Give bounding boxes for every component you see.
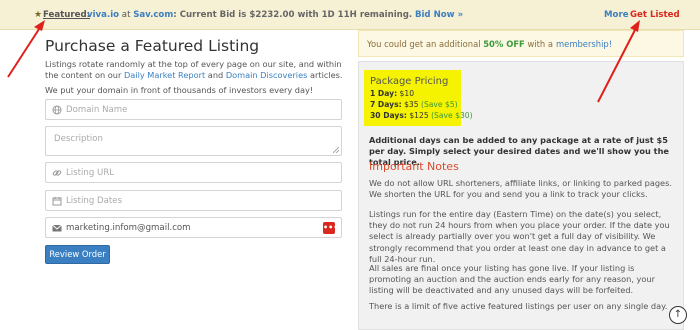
email-field[interactable]: marketing.infom@gmail.com ••• bbox=[45, 217, 342, 238]
membership-link[interactable]: membership! bbox=[556, 39, 612, 49]
get-listed-link[interactable]: Get Listed bbox=[630, 10, 680, 20]
featured-listing-bar: ★ Featured: viva.io at Sav.com: Current … bbox=[0, 0, 700, 30]
intro-suffix: articles. bbox=[309, 70, 343, 80]
domain-name-placeholder: Domain Name bbox=[66, 105, 128, 115]
pricing-savings: (Save $30) bbox=[431, 111, 473, 120]
alert-discount: 50% OFF bbox=[483, 39, 525, 49]
domain-name-field[interactable]: Domain Name bbox=[45, 99, 342, 120]
link-icon bbox=[52, 170, 62, 176]
resize-handle-icon[interactable] bbox=[333, 147, 339, 153]
description-placeholder: Description bbox=[54, 134, 103, 144]
alert-prefix: You could get an additional bbox=[367, 39, 481, 49]
pricing-price: $35 bbox=[404, 100, 419, 109]
pricing-days: 30 Days: bbox=[370, 111, 407, 120]
pricing-row: 1 Day: $10 bbox=[370, 89, 461, 98]
important-notes-heading: Important Notes bbox=[369, 160, 459, 173]
pricing-row: 30 Days: $125 (Save $30) bbox=[370, 111, 473, 120]
pricing-days: 7 Days: bbox=[370, 100, 402, 109]
intro-and: and bbox=[207, 70, 224, 80]
featured-site-link[interactable]: Sav.com bbox=[133, 10, 173, 20]
promo-text: We put your domain in front of thousands… bbox=[45, 85, 314, 95]
envelope-icon bbox=[52, 224, 62, 232]
note-paragraph: All sales are final once your listing ha… bbox=[369, 263, 655, 296]
globe-icon bbox=[52, 105, 62, 115]
membership-alert: You could get an additional 50% OFF with… bbox=[358, 30, 684, 57]
note-paragraph: There is a limit of five active featured… bbox=[369, 301, 668, 311]
listing-dates-field[interactable]: Listing Dates bbox=[45, 190, 342, 211]
current-bid-text: : Current Bid is $2232.00 with 1D 11H re… bbox=[173, 10, 413, 20]
listing-dates-placeholder: Listing Dates bbox=[66, 196, 123, 206]
description-field[interactable]: Description bbox=[45, 126, 342, 156]
daily-market-report-link[interactable]: Daily Market Report bbox=[124, 70, 205, 80]
pricing-price: $10 bbox=[399, 89, 415, 98]
bid-now-link[interactable]: Bid Now » bbox=[415, 10, 463, 20]
star-icon: ★ bbox=[34, 10, 43, 20]
featured-at-text: at bbox=[119, 10, 134, 20]
domain-discoveries-link[interactable]: Domain Discoveries bbox=[226, 70, 308, 80]
pricing-days: 1 Day: bbox=[370, 89, 398, 98]
package-pricing-box: Package Pricing 1 Day: $10 7 Days: $35 (… bbox=[364, 70, 473, 126]
pricing-title: Package Pricing bbox=[370, 76, 449, 87]
email-value: marketing.infom@gmail.com bbox=[66, 223, 191, 233]
intro-text: Listings rotate randomly at the top of e… bbox=[45, 59, 345, 81]
review-order-button[interactable]: Review Order bbox=[45, 245, 110, 264]
listing-url-field[interactable]: Listing URL bbox=[45, 162, 342, 183]
pricing-row: 7 Days: $35 (Save $5) bbox=[370, 100, 461, 109]
password-manager-icon[interactable]: ••• bbox=[323, 222, 338, 234]
calendar-icon bbox=[52, 197, 62, 206]
featured-domain-link[interactable]: viva.io bbox=[87, 10, 119, 20]
page-title: Purchase a Featured Listing bbox=[45, 37, 260, 55]
scroll-to-top-button[interactable]: ↑ bbox=[669, 306, 687, 324]
note-paragraph: We do not allow URL shorteners, affiliat… bbox=[369, 178, 672, 200]
info-panel: Package Pricing 1 Day: $10 7 Days: $35 (… bbox=[358, 61, 684, 330]
pricing-savings: (Save $5) bbox=[420, 100, 458, 109]
alert-middle: with a bbox=[527, 39, 554, 49]
more-link[interactable]: More bbox=[604, 10, 629, 20]
listing-url-placeholder: Listing URL bbox=[66, 168, 115, 178]
featured-ticker: viva.io at Sav.com: Current Bid is $2232… bbox=[87, 10, 463, 20]
note-paragraph: Listings run for the entire day (Eastern… bbox=[369, 209, 670, 264]
pricing-price: $125 bbox=[409, 111, 429, 120]
featured-label[interactable]: Featured: bbox=[43, 10, 90, 20]
